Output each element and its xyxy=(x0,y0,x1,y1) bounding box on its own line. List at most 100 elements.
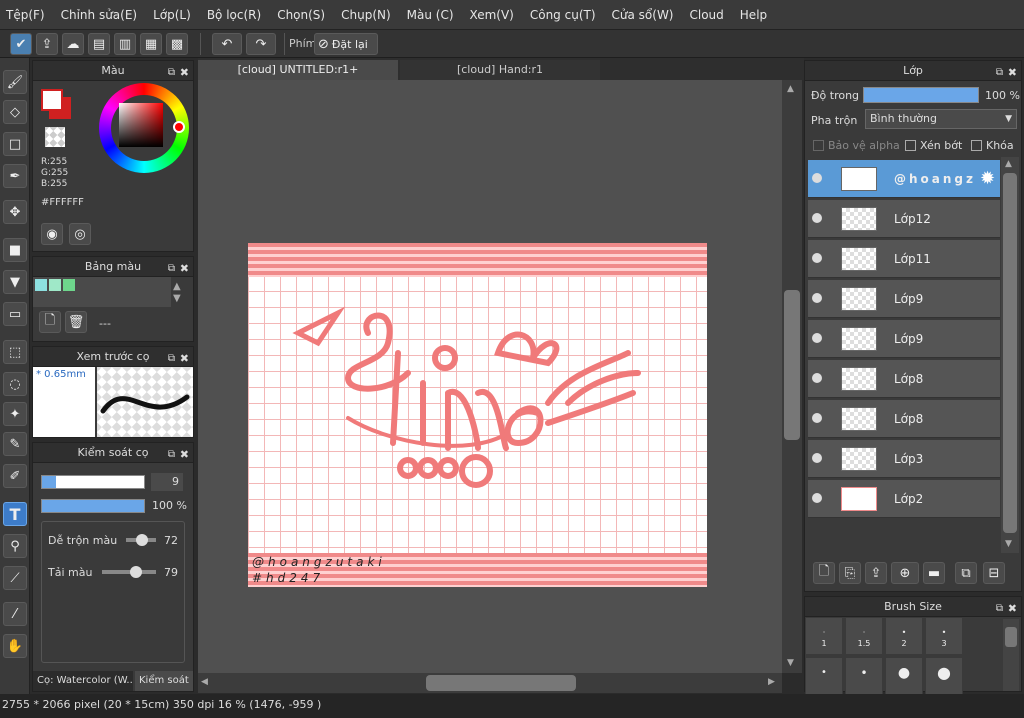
magic-wand-icon[interactable]: ✦ xyxy=(3,402,27,426)
scroll-up-icon[interactable]: ▲ xyxy=(1005,159,1012,169)
blend-mode-select[interactable]: Bình thường ▼ xyxy=(865,109,1017,129)
brush-size-option[interactable]: • 2 xyxy=(885,617,923,655)
close-icon[interactable]: ✖ xyxy=(180,63,189,83)
comment-icon[interactable]: ☁ xyxy=(62,33,84,55)
scroll-right-icon[interactable]: ▶ xyxy=(768,677,775,687)
layer-list-scrollbar[interactable]: ▲ ▼ xyxy=(1001,157,1019,553)
opacity-slider[interactable] xyxy=(41,499,145,513)
tab-brush[interactable]: Cọ: Watercolor (W... xyxy=(33,671,133,691)
visibility-icon[interactable] xyxy=(812,333,822,343)
fill-rect-icon[interactable]: ■ xyxy=(3,238,27,262)
eraser-icon[interactable]: ◇ xyxy=(3,100,27,124)
menu-file[interactable]: Tệp(F) xyxy=(6,8,45,22)
new-layer-set-icon[interactable]: ⎘ xyxy=(839,562,861,584)
select-pen-icon[interactable]: ✎ xyxy=(3,432,27,456)
copy-layer-icon[interactable]: ⧉ xyxy=(955,562,977,584)
popout-icon[interactable]: ⧉ xyxy=(168,349,175,369)
transparent-swatch[interactable] xyxy=(45,127,65,147)
horizontal-scroll-thumb[interactable] xyxy=(426,675,576,691)
menu-layer[interactable]: Lớp(L) xyxy=(153,8,191,22)
scroll-up-icon[interactable]: ▲ xyxy=(173,281,181,292)
swatch[interactable] xyxy=(35,279,47,291)
brush-size-option[interactable]: · 1 xyxy=(805,617,843,655)
popout-icon[interactable]: ⧉ xyxy=(168,259,175,279)
merge-layer-icon[interactable]: ⊟ xyxy=(983,562,1005,584)
menu-window[interactable]: Cửa sổ(W) xyxy=(612,8,674,22)
visibility-icon[interactable] xyxy=(812,173,822,183)
gradient-icon[interactable]: ▭ xyxy=(3,302,27,326)
palette-icon[interactable]: ◉ xyxy=(41,223,63,245)
blend-slider[interactable] xyxy=(126,534,156,546)
layer-row[interactable]: Lớp12 xyxy=(808,200,1000,238)
brush-size-option[interactable]: • xyxy=(805,657,843,695)
size-slider[interactable] xyxy=(41,475,145,489)
layer-row[interactable]: @hoangz ✹ xyxy=(808,160,1000,198)
menu-capture[interactable]: Chụp(N) xyxy=(341,8,391,22)
menu-filter[interactable]: Bộ lọc(R) xyxy=(207,8,261,22)
saturation-square[interactable] xyxy=(119,103,163,147)
clip-checkbox[interactable]: Xén bớt xyxy=(905,139,962,152)
visibility-icon[interactable] xyxy=(812,253,822,263)
move-icon[interactable]: ✥ xyxy=(3,200,27,224)
layer-row[interactable]: Lớp9 xyxy=(808,280,1000,318)
tab-hand[interactable]: [cloud] Hand:r1 xyxy=(400,60,600,80)
menu-cloud[interactable]: Cloud xyxy=(690,8,724,22)
canvas[interactable]: @hoangzutaki #hd247 xyxy=(248,243,707,587)
layer-row[interactable]: Lớp11 xyxy=(808,240,1000,278)
popout-icon[interactable]: ⧉ xyxy=(996,599,1003,619)
fill-select-icon[interactable]: ⚲ xyxy=(3,534,27,558)
menu-edit[interactable]: Chỉnh sửa(E) xyxy=(61,8,138,22)
close-icon[interactable]: ✖ xyxy=(1008,63,1017,83)
layer-scroll-thumb[interactable] xyxy=(1003,173,1017,533)
visibility-icon[interactable] xyxy=(812,493,822,503)
layer-row[interactable]: Lớp8 xyxy=(808,400,1000,438)
gear-icon[interactable]: ✹ xyxy=(980,168,995,189)
primary-color-swatch[interactable] xyxy=(41,89,63,111)
tab-brush-control[interactable]: Kiểm soát ... xyxy=(135,671,193,691)
close-icon[interactable]: ✖ xyxy=(180,445,189,465)
smudge-icon[interactable]: ⟋ xyxy=(3,566,27,590)
brush-size-option[interactable]: • xyxy=(845,657,883,695)
chat-icon[interactable]: ▤ xyxy=(88,33,110,55)
hue-marker[interactable] xyxy=(173,121,185,133)
brush-size-option[interactable]: ● xyxy=(885,657,923,695)
reset-button[interactable]: ⊘ Đặt lại xyxy=(314,33,378,55)
layer-row[interactable]: Lớp8 xyxy=(808,360,1000,398)
cloud-save-icon[interactable]: ✔ xyxy=(10,33,32,55)
horizontal-scrollbar[interactable]: ◀ ▶ xyxy=(198,673,782,693)
pen-icon[interactable]: ✒ xyxy=(3,164,27,188)
layer-row[interactable]: Lớp3 xyxy=(808,440,1000,478)
close-icon[interactable]: ✖ xyxy=(180,349,189,369)
redo-icon[interactable]: ↷ xyxy=(246,33,276,55)
scroll-left-icon[interactable]: ◀ xyxy=(201,677,208,687)
menu-select[interactable]: Chọn(S) xyxy=(277,8,325,22)
export-icon[interactable]: ⇪ xyxy=(36,33,58,55)
visibility-icon[interactable] xyxy=(812,373,822,383)
brush-size-scrollbar[interactable] xyxy=(1003,619,1019,691)
layer-export-icon[interactable]: ⇪ xyxy=(865,562,887,584)
menu-view[interactable]: Xem(V) xyxy=(470,8,514,22)
trash-icon[interactable]: 🗑 xyxy=(65,311,87,333)
scroll-down-icon[interactable]: ▼ xyxy=(173,293,181,304)
brush-size-option[interactable]: • 3 xyxy=(925,617,963,655)
popout-icon[interactable]: ⧉ xyxy=(168,445,175,465)
protect-alpha-checkbox[interactable]: Bảo vệ alpha xyxy=(813,139,900,152)
undo-icon[interactable]: ↶ xyxy=(212,33,242,55)
menu-tools[interactable]: Công cụ(T) xyxy=(530,8,596,22)
new-swatch-icon[interactable]: 🗋 xyxy=(39,311,61,333)
menu-help[interactable]: Help xyxy=(740,8,767,22)
layer-opacity-slider[interactable] xyxy=(863,87,979,103)
lock-checkbox[interactable]: Khóa xyxy=(971,139,1014,152)
size-value[interactable]: 9 xyxy=(151,473,183,491)
close-icon[interactable]: ✖ xyxy=(180,259,189,279)
tab-untitled[interactable]: [cloud] UNTITLED:r1+ xyxy=(198,60,398,80)
layer-row[interactable]: Lớp9 xyxy=(808,320,1000,358)
canvas-area[interactable]: @hoangzutaki #hd247 xyxy=(198,80,782,673)
popout-icon[interactable]: ⧉ xyxy=(996,63,1003,83)
hand-icon[interactable]: ✋ xyxy=(3,634,27,658)
menu-color[interactable]: Màu (C) xyxy=(407,8,454,22)
eyedropper-icon[interactable]: ⁄ xyxy=(3,602,27,626)
rectangle-tool-icon[interactable]: □ xyxy=(3,132,27,156)
layer-row[interactable]: Lớp2 xyxy=(808,480,1000,518)
visibility-icon[interactable] xyxy=(812,413,822,423)
